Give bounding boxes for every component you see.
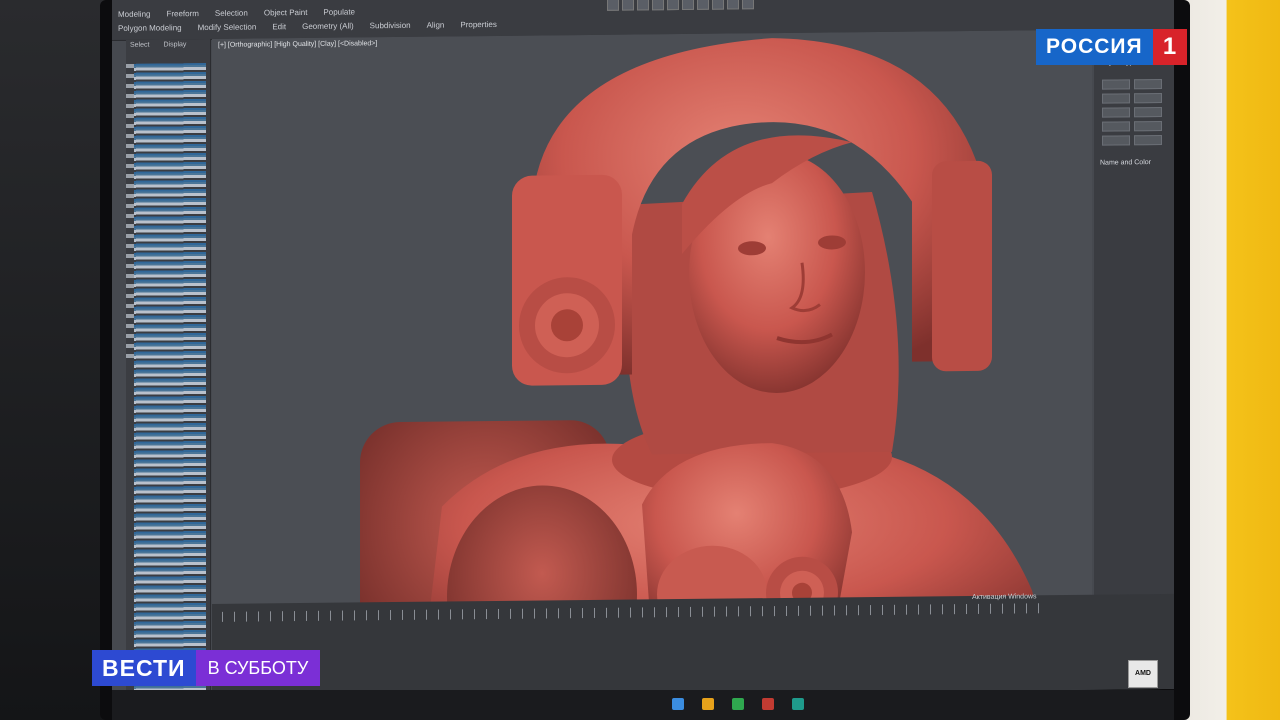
ribbon-subtab[interactable]: Subdivision	[370, 21, 411, 30]
ribbon-tab[interactable]: Selection	[215, 9, 248, 18]
ribbon-subtab[interactable]: Edit	[272, 22, 286, 31]
helmet-ear-left	[512, 174, 622, 386]
left-wall	[0, 0, 115, 720]
explorer-icon-column	[126, 63, 134, 364]
object-type-button[interactable]	[1134, 121, 1162, 132]
object-type-button[interactable]	[1102, 107, 1130, 118]
explorer-tabs: Select Display	[130, 41, 186, 49]
channel-logo: РОССИЯ 1	[1036, 28, 1187, 66]
object-type-button[interactable]	[1134, 93, 1162, 104]
taskbar-app-icon[interactable]	[702, 698, 714, 710]
tool-icon[interactable]	[712, 0, 724, 10]
toolbar-icons	[607, 0, 754, 11]
viewport[interactable]: [+] [Orthographic] [High Quality] [Clay]…	[212, 29, 1092, 659]
taskbar	[112, 690, 1174, 720]
windows-activation-watermark: Активация Windows	[972, 593, 1037, 601]
tool-icon[interactable]	[682, 0, 694, 11]
tool-icon[interactable]	[667, 0, 679, 11]
scene-object-list[interactable]	[134, 63, 206, 694]
object-type-buttons	[1102, 79, 1162, 146]
ribbon-subtab[interactable]: Polygon Modeling	[118, 23, 182, 33]
show-subtitle: В СУББОТУ	[195, 650, 321, 686]
object-type-button[interactable]	[1102, 121, 1130, 132]
ribbon-tabs-row1: Modeling Freeform Selection Object Paint…	[118, 7, 355, 18]
object-type-button[interactable]	[1134, 107, 1162, 118]
status-bar	[212, 593, 1174, 699]
object-type-button[interactable]	[1102, 79, 1130, 90]
object-type-button[interactable]	[1102, 135, 1130, 146]
ribbon-subtab[interactable]: Modify Selection	[198, 22, 257, 32]
show-title-bar: ВЕСТИ В СУББОТУ	[92, 650, 321, 686]
name-color-title: Name and Color	[1100, 159, 1151, 167]
show-title: ВЕСТИ	[92, 650, 196, 686]
object-type-button[interactable]	[1102, 93, 1130, 104]
ribbon-subtab[interactable]: Properties	[460, 20, 496, 29]
tool-icon[interactable]	[622, 0, 634, 11]
tool-icon[interactable]	[652, 0, 664, 11]
helmet-ear-right	[932, 160, 992, 372]
ribbon-tab[interactable]: Freeform	[166, 9, 198, 18]
scene-explorer: Select Display	[126, 38, 211, 700]
explorer-tab-select[interactable]: Select	[130, 42, 149, 49]
object-type-button[interactable]	[1134, 135, 1162, 146]
channel-number: 1	[1152, 29, 1187, 65]
amd-sticker: AMD	[1128, 660, 1158, 688]
ribbon-subtab[interactable]: Align	[427, 21, 445, 30]
ribbon-tab[interactable]: Populate	[323, 7, 355, 16]
object-type-button[interactable]	[1134, 79, 1162, 90]
explorer-tab-display[interactable]: Display	[163, 41, 186, 48]
astronaut-sculpture	[360, 38, 1052, 659]
command-panel: Object Type Name and Color	[1094, 28, 1174, 650]
ribbon-subtab[interactable]: Geometry (All)	[302, 21, 354, 31]
timeline-slider[interactable]	[222, 603, 1042, 622]
ribbon-tabs-row2: Polygon Modeling Modify Selection Edit G…	[118, 20, 497, 33]
tool-icon[interactable]	[727, 0, 739, 10]
taskbar-app-icon[interactable]	[672, 698, 684, 710]
channel-name: РОССИЯ	[1036, 29, 1153, 65]
ribbon-tab[interactable]: Object Paint	[264, 8, 308, 17]
tool-icon[interactable]	[607, 0, 619, 11]
ribbon-tab[interactable]: Modeling	[118, 10, 150, 19]
taskbar-app-icon[interactable]	[732, 698, 744, 710]
tool-icon[interactable]	[697, 0, 709, 10]
taskbar-app-icon[interactable]	[792, 698, 804, 710]
tool-icon[interactable]	[742, 0, 754, 10]
monitor-screen: Modeling Freeform Selection Object Paint…	[112, 0, 1174, 700]
taskbar-app-icon[interactable]	[762, 698, 774, 710]
tool-icon[interactable]	[637, 0, 649, 11]
